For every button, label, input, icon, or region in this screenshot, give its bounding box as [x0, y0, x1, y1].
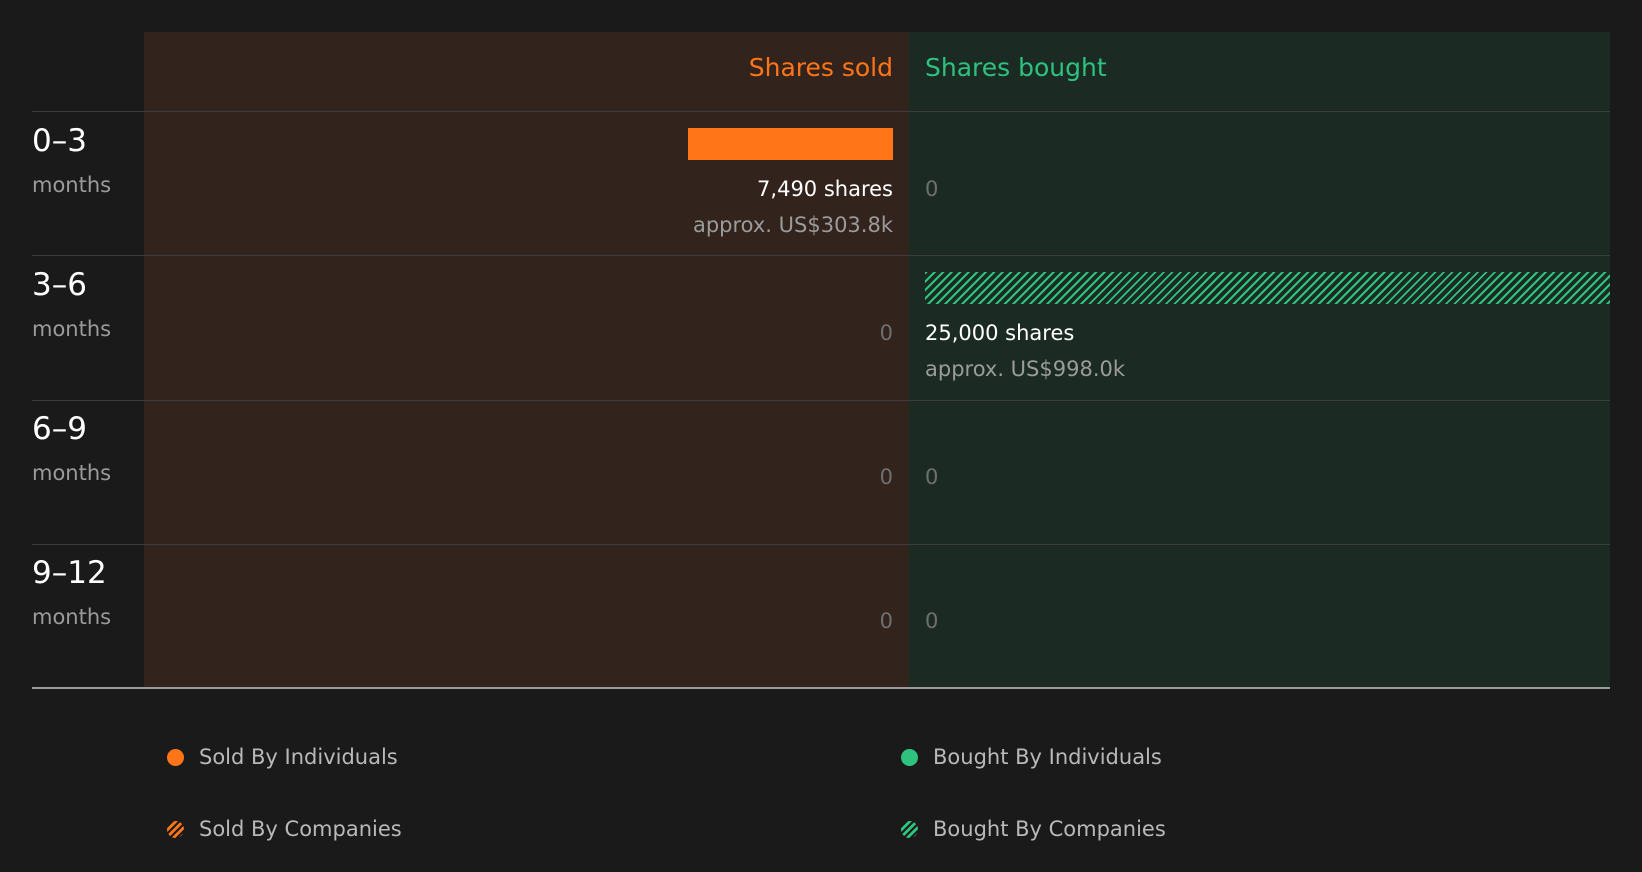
bought-zero-label: 0	[925, 177, 939, 201]
legend-label: Bought By Companies	[933, 817, 1166, 841]
row-range-label: 0–3	[32, 123, 87, 159]
bought-zero-label: 0	[925, 465, 939, 489]
legend-label: Bought By Individuals	[933, 745, 1162, 769]
insider-trading-chart: Shares sold Shares bought 0–3 months 7,4…	[0, 0, 1642, 872]
bought-shares-label: 25,000 shares	[925, 321, 1075, 345]
row-unit-label: months	[32, 605, 112, 629]
row-range-label: 9–12	[32, 555, 107, 591]
row-divider	[32, 400, 1610, 401]
row-divider	[32, 544, 1610, 545]
row-unit-label: months	[32, 317, 112, 341]
hatched-green-dot-icon	[901, 820, 918, 838]
legend-sold-individuals: Sold By Individuals	[167, 744, 398, 770]
legend-label: Sold By Companies	[199, 817, 402, 841]
sold-zero-label: 0	[879, 321, 893, 345]
solid-green-dot-icon	[901, 748, 918, 766]
row-divider	[32, 111, 1610, 112]
chart-baseline	[32, 687, 1610, 689]
bought-companies-bar	[925, 272, 1610, 304]
row-unit-label: months	[32, 173, 112, 197]
hatched-orange-dot-icon	[167, 820, 184, 838]
row-divider	[32, 255, 1610, 256]
row-unit-label: months	[32, 461, 112, 485]
legend-label: Sold By Individuals	[199, 745, 398, 769]
legend-bought-individuals: Bought By Individuals	[901, 744, 1162, 770]
bought-zero-label: 0	[925, 609, 939, 633]
sold-zero-label: 0	[879, 609, 893, 633]
row-range-label: 3–6	[32, 267, 87, 303]
shares-sold-header: Shares sold	[748, 53, 893, 82]
bought-value-label: approx. US$998.0k	[925, 357, 1126, 381]
solid-orange-dot-icon	[167, 748, 184, 766]
shares-bought-header: Shares bought	[925, 53, 1107, 82]
sold-individuals-bar	[687, 128, 893, 160]
legend-bought-companies: Bought By Companies	[901, 816, 1166, 842]
legend-sold-companies: Sold By Companies	[167, 816, 402, 842]
sold-shares-label: 7,490 shares	[757, 177, 893, 201]
row-range-label: 6–9	[32, 411, 87, 447]
sold-value-label: approx. US$303.8k	[692, 213, 893, 237]
sold-zero-label: 0	[879, 465, 893, 489]
